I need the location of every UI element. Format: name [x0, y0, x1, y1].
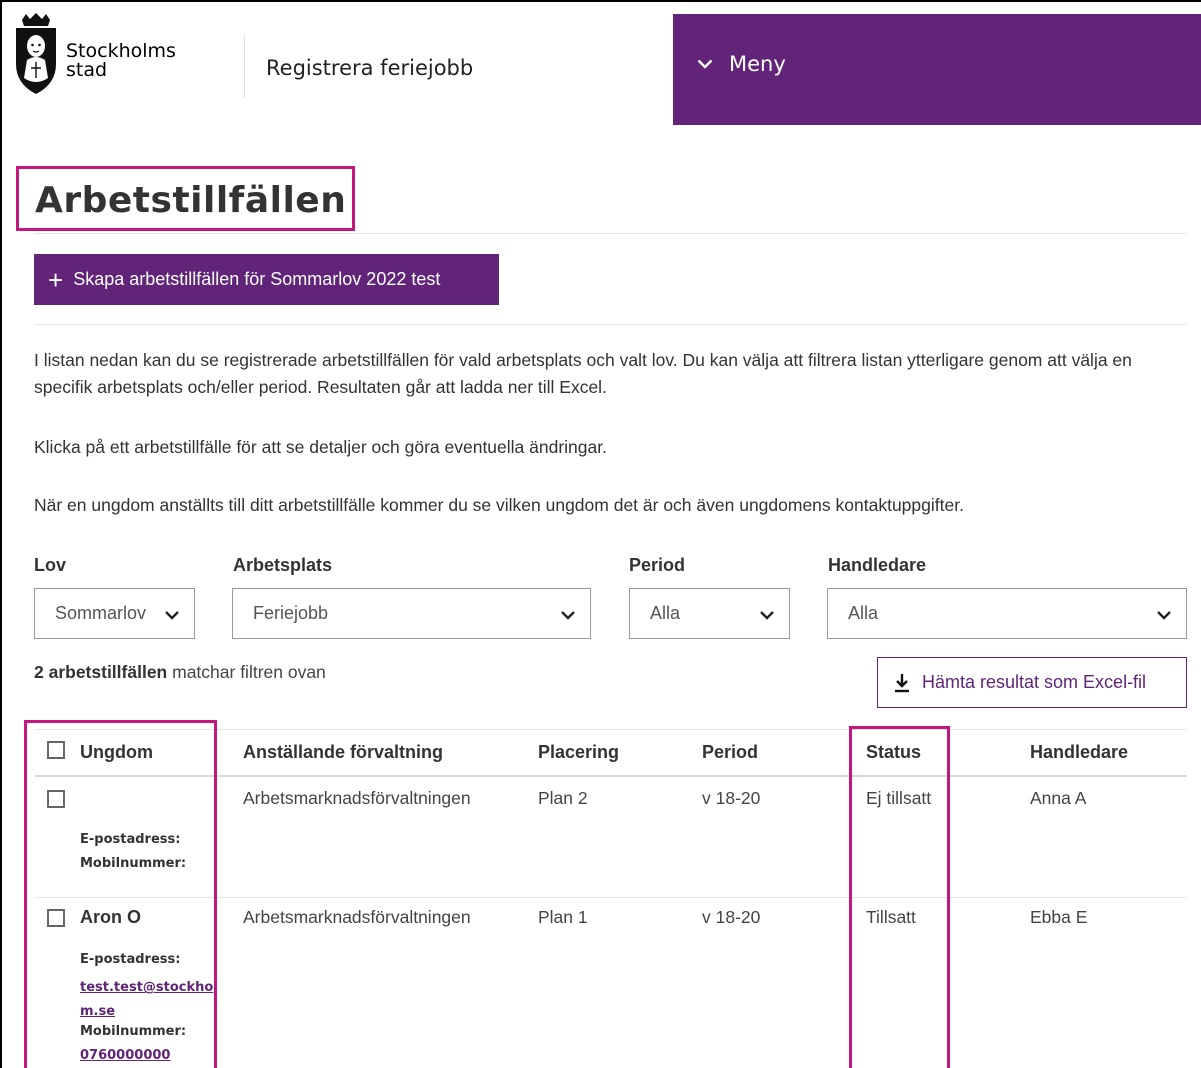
intro-paragraph-3: När en ungdom anställts till ditt arbets… [34, 495, 964, 515]
site-title[interactable]: Registrera feriejobb [266, 56, 473, 80]
chevron-down-icon [561, 611, 575, 620]
row-placering: Plan 1 [538, 907, 588, 927]
window-frame [0, 0, 1201, 1068]
filter-period-select[interactable]: Alla [629, 588, 790, 639]
row-placering: Plan 2 [538, 788, 588, 808]
col-header-ungdom[interactable]: Ungdom [80, 742, 153, 763]
filter-arbetsplats-label: Arbetsplats [233, 555, 333, 575]
logo-text: Stockholms stad [66, 42, 176, 80]
filter-lov-label: Lov [34, 555, 67, 575]
section-divider [35, 324, 1187, 325]
phone-label: Mobilnummer: [80, 856, 187, 871]
title-divider [35, 233, 1187, 234]
menu-label: Meny [729, 52, 786, 76]
filter-handledare-select[interactable]: Alla [827, 588, 1187, 639]
chevron-down-icon [165, 611, 179, 620]
col-header-handledare[interactable]: Handledare [1030, 742, 1128, 763]
col-header-placering[interactable]: Placering [538, 742, 619, 763]
phone-label: Mobilnummer: [80, 1024, 187, 1039]
intro-paragraph-1: I listan nedan kan du se registrerade ar… [34, 350, 1132, 397]
row-forvaltning: Arbetsmarknadsförvaltningen [243, 907, 471, 927]
filter-period-label: Period [629, 555, 686, 575]
filter-lov-select[interactable]: Sommarlov [34, 588, 195, 639]
col-header-status[interactable]: Status [866, 742, 921, 763]
row-divider [35, 897, 1187, 898]
create-job-button-label: Skapa arbetstillfällen för Sommarlov 202… [73, 269, 441, 289]
create-job-button[interactable]: + Skapa arbetstillfällen för Sommarlov 2… [34, 254, 499, 305]
row-period: v 18-20 [702, 907, 761, 927]
filter-arbetsplats-select[interactable]: Feriejobb [232, 588, 591, 639]
download-icon [895, 673, 909, 692]
row-handledare: Ebba E [1030, 907, 1088, 927]
page-title: Arbetstillfällen [35, 180, 347, 221]
chevron-down-icon [1157, 611, 1171, 620]
col-header-period[interactable]: Period [702, 742, 758, 763]
header-divider [244, 36, 245, 98]
email-link-line1: test.test@stockho [80, 980, 214, 995]
logo-text-line2: stad [66, 59, 108, 81]
row-ungdom-name: Aron O [80, 907, 141, 927]
row-forvaltning: Arbetsmarknadsförvaltningen [243, 788, 471, 808]
col-header-forvaltning[interactable]: Anställande förvaltning [243, 742, 443, 763]
stockholm-crest-icon [16, 13, 56, 94]
table-top-divider [35, 729, 1187, 730]
email-label: E-postadress: [80, 832, 181, 847]
email-link-line2: m.se [80, 1004, 116, 1019]
intro-paragraph-2: Klicka på ett arbetstillfälle för att se… [34, 437, 607, 457]
chevron-down-icon [760, 611, 774, 620]
filter-period-value: Alla [650, 603, 681, 623]
menu-button[interactable]: Meny [697, 52, 786, 76]
filter-arbetsplats-value: Feriejobb [253, 603, 329, 623]
row-status: Ej tillsatt [866, 788, 932, 808]
row-checkbox[interactable] [47, 909, 65, 927]
filter-handledare-value: Alla [848, 603, 879, 623]
results-count-text: matchar filtren ovan [167, 662, 326, 682]
row-checkbox[interactable] [47, 790, 65, 808]
plus-icon: + [48, 264, 64, 295]
chevron-down-icon [697, 59, 713, 69]
filter-lov-value: Sommarlov [55, 603, 147, 623]
menu-bar: Meny [673, 14, 1201, 125]
download-excel-label: Hämta resultat som Excel-fil [922, 672, 1147, 692]
logo[interactable]: Stockholms stad [12, 12, 176, 98]
select-all-checkbox[interactable] [47, 741, 65, 759]
results-count: 2 arbetstillfällen matchar filtren ovan [34, 662, 326, 683]
download-excel-button[interactable]: Hämta resultat som Excel-fil [877, 657, 1187, 708]
filter-handledare-label: Handledare [828, 555, 927, 575]
row-period: v 18-20 [702, 788, 761, 808]
row-status: Tillsatt [866, 907, 916, 927]
table-header-divider [35, 775, 1187, 777]
email-link[interactable]: test.test@stockho m.se [80, 976, 213, 1024]
results-count-number: 2 arbetstillfällen [34, 662, 168, 682]
phone-link[interactable]: 0760000000 [80, 1048, 170, 1063]
row-handledare: Anna A [1030, 788, 1087, 808]
email-label: E-postadress: [80, 952, 181, 967]
